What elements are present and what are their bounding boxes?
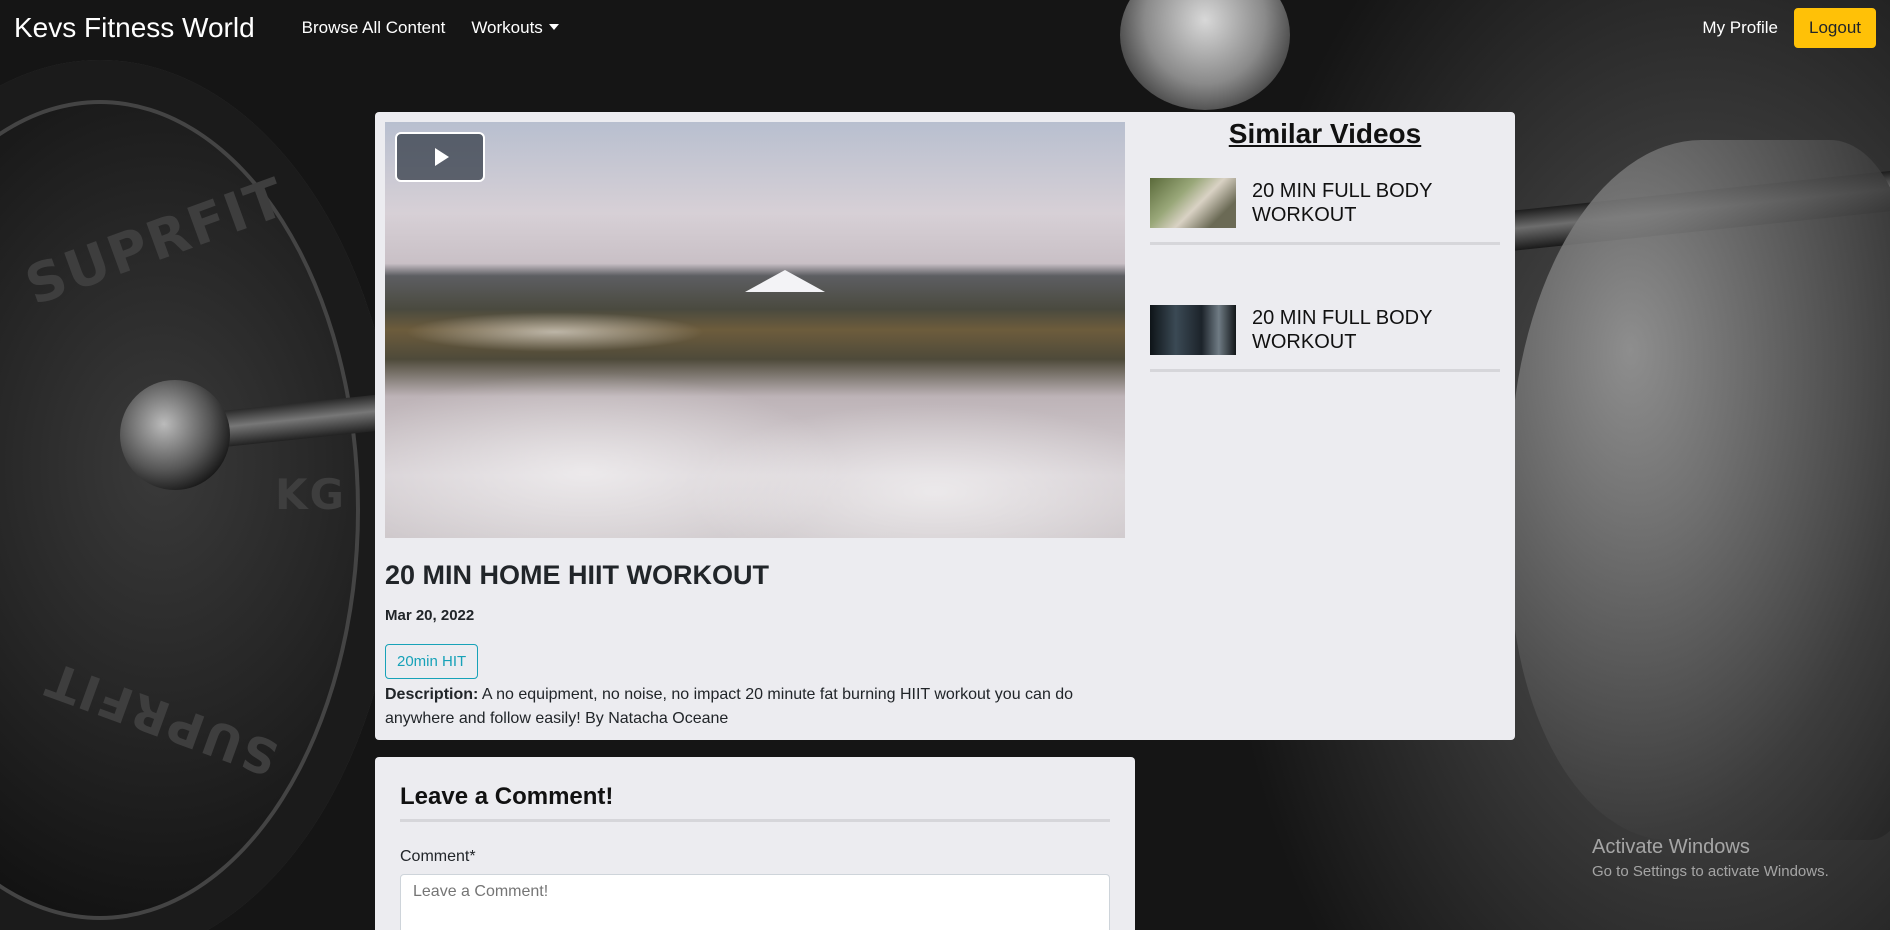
description-label: Description: <box>385 686 479 703</box>
brand-link[interactable]: Kevs Fitness World <box>14 12 255 44</box>
similar-video-item[interactable]: 20 MIN FULL BODY WORKOUT <box>1150 170 1500 245</box>
caret-down-icon <box>548 24 559 30</box>
watermark-subtitle: Go to Settings to activate Windows. <box>1592 863 1829 880</box>
description-text: A no equipment, no noise, no impact 20 m… <box>385 686 1074 727</box>
similar-videos-panel: Similar Videos 20 MIN FULL BODY WORKOUT … <box>1150 118 1500 416</box>
video-mountain-peak <box>745 270 825 292</box>
my-profile-link[interactable]: My Profile <box>1702 18 1778 38</box>
athlete-arm <box>1510 140 1890 840</box>
similar-video-title[interactable]: 20 MIN FULL BODY WORKOUT <box>1252 179 1500 227</box>
comment-heading: Leave a Comment! <box>400 783 1110 822</box>
top-navbar: Kevs Fitness World Browse All Content Wo… <box>0 0 1890 56</box>
similar-video-thumbnail[interactable] <box>1150 178 1236 228</box>
similar-video-thumbnail[interactable] <box>1150 305 1236 355</box>
barbell-hub <box>120 380 230 490</box>
comment-input[interactable] <box>400 874 1110 930</box>
comment-card: Leave a Comment! Comment* <box>375 757 1135 930</box>
similar-video-item[interactable]: 20 MIN FULL BODY WORKOUT <box>1150 289 1500 372</box>
video-detail-card: 20 MIN HOME HIIT WORKOUT Mar 20, 2022 20… <box>375 112 1515 740</box>
video-description: Description: A no equipment, no noise, n… <box>385 683 1125 731</box>
logout-button[interactable]: Logout <box>1794 8 1876 48</box>
tag-button[interactable]: 20min HIT <box>385 644 479 679</box>
video-title: 20 MIN HOME HIIT WORKOUT <box>385 560 769 590</box>
play-icon <box>435 148 449 166</box>
play-button[interactable] <box>395 132 485 182</box>
watermark-title: Activate Windows <box>1592 836 1750 858</box>
plate-text-kg: KG <box>275 470 347 519</box>
video-fog-3 <box>405 312 705 352</box>
nav-right-group: My Profile Logout <box>1702 8 1876 48</box>
similar-videos-heading: Similar Videos <box>1228 118 1422 149</box>
nav-workouts-label: Workouts <box>471 18 543 37</box>
nav-browse-all-content[interactable]: Browse All Content <box>302 18 446 38</box>
video-player[interactable] <box>385 122 1125 538</box>
activate-windows-watermark: Activate Windows Go to Settings to activ… <box>1592 836 1829 880</box>
video-date: Mar 20, 2022 <box>385 607 475 624</box>
comment-field-label: Comment* <box>400 848 476 865</box>
nav-workouts-dropdown[interactable]: Workouts <box>471 18 559 38</box>
similar-video-title[interactable]: 20 MIN FULL BODY WORKOUT <box>1252 306 1500 354</box>
